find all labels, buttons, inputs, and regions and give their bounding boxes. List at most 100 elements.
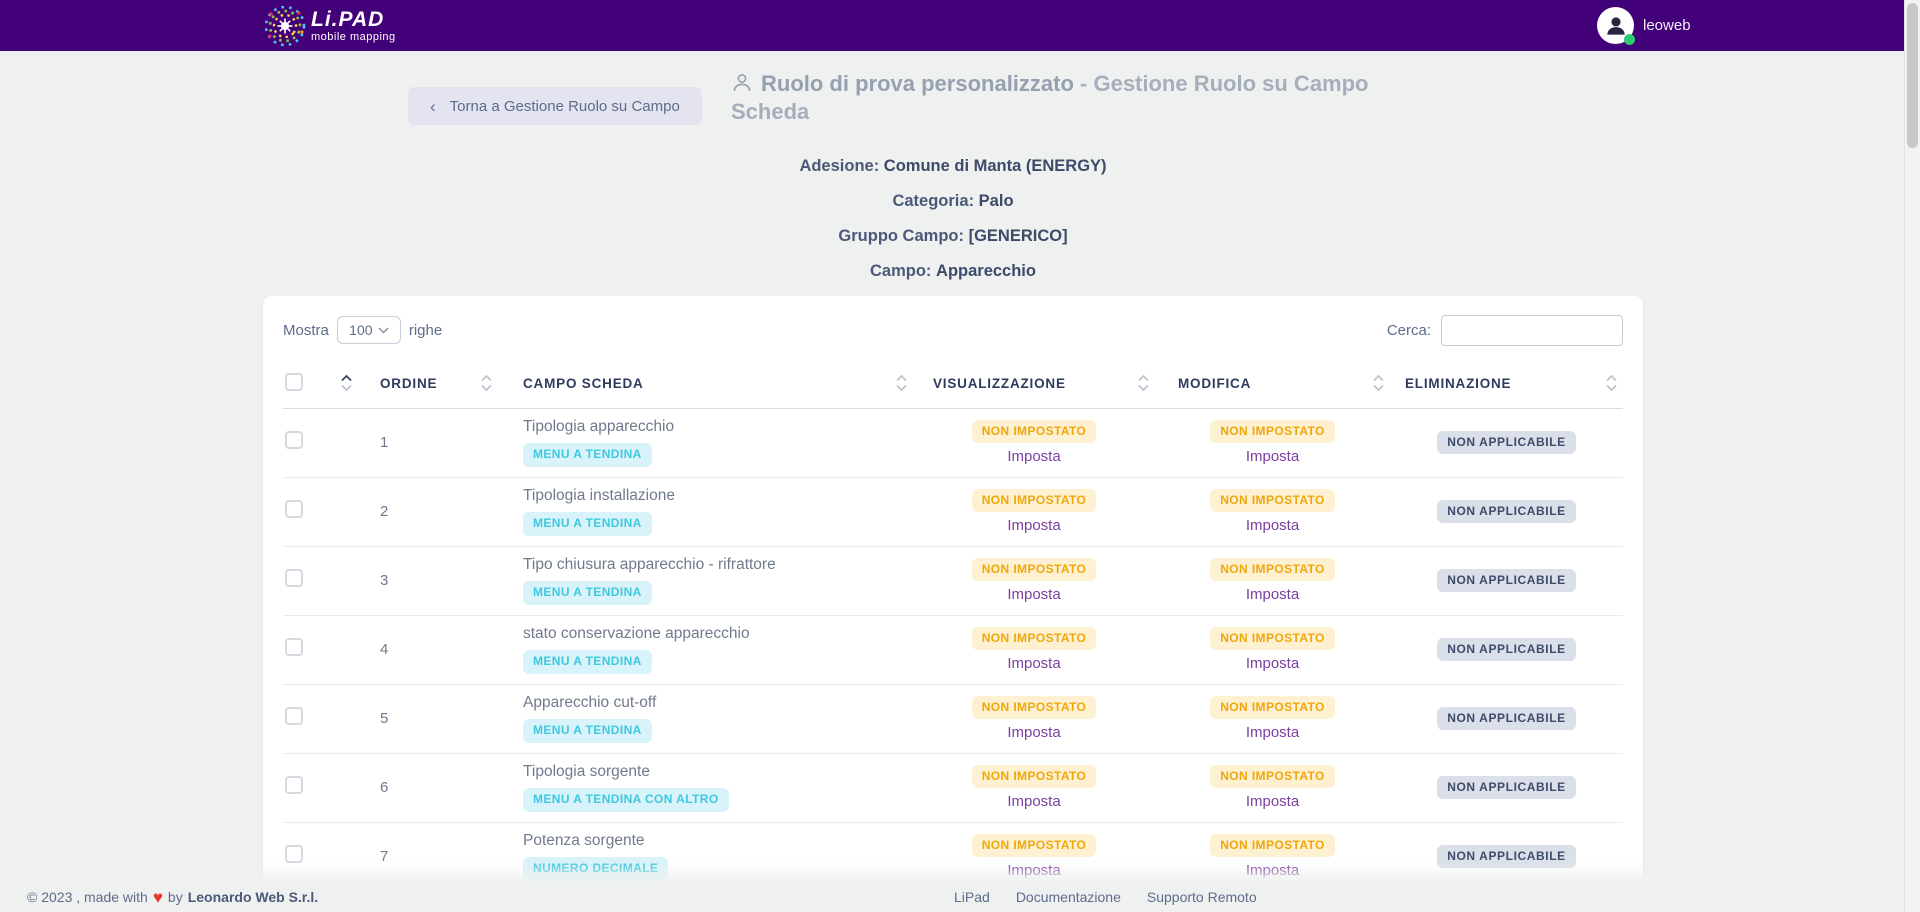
sort-arrows-icon[interactable] — [896, 375, 907, 392]
row-checkbox[interactable] — [285, 569, 303, 587]
table-row: 3 Tipo chiusura apparecchio - rifrattore… — [283, 546, 1623, 615]
logo-subtitle: mobile mapping — [311, 32, 396, 43]
copyright: © 2023 , made with ♥ by Leonardo Web S.r… — [27, 889, 318, 906]
footer-link-documentazione[interactable]: Documentazione — [1016, 889, 1121, 905]
role-person-icon — [731, 72, 753, 94]
column-header-visualizzazione[interactable]: VISUALIZZAZIONE — [913, 359, 1155, 408]
footer-link-lipad[interactable]: LiPad — [954, 889, 990, 905]
imposta-visualizzazione-link[interactable]: Imposta — [913, 655, 1155, 672]
field-type-badge: NUMERO DECIMALE — [523, 857, 668, 880]
visualizzazione-status-badge: NON IMPOSTATO — [972, 765, 1097, 788]
imposta-visualizzazione-link[interactable]: Imposta — [913, 793, 1155, 810]
sort-arrows-icon[interactable] — [1138, 375, 1149, 392]
row-checkbox[interactable] — [285, 707, 303, 725]
row-campo-name: Tipo chiusura apparecchio - rifrattore — [523, 556, 913, 574]
sort-arrows-icon[interactable] — [1606, 375, 1617, 392]
table-row: 2 Tipologia installazione MENU A TENDINA… — [283, 477, 1623, 546]
column-header-modifica[interactable]: MODIFICA — [1155, 359, 1390, 408]
imposta-visualizzazione-link[interactable]: Imposta — [913, 724, 1155, 741]
sort-arrows-icon[interactable] — [341, 375, 352, 392]
user-menu[interactable]: leoweb — [1597, 7, 1691, 44]
table-card: Mostra 100 righe Cerca: — [263, 296, 1643, 912]
imposta-modifica-link[interactable]: Imposta — [1155, 793, 1390, 810]
back-button-label: Torna a Gestione Ruolo su Campo — [450, 98, 680, 115]
app-logo[interactable]: Li.PAD mobile mapping — [263, 4, 396, 48]
modifica-status-badge: NON IMPOSTATO — [1210, 834, 1335, 857]
imposta-modifica-link[interactable]: Imposta — [1155, 724, 1390, 741]
table-row: 7 Potenza sorgente NUMERO DECIMALE NON I… — [283, 822, 1623, 891]
back-button[interactable]: ‹ Torna a Gestione Ruolo su Campo — [408, 87, 702, 125]
row-checkbox[interactable] — [285, 500, 303, 518]
modifica-status-badge: NON IMPOSTATO — [1210, 558, 1335, 581]
imposta-modifica-link[interactable]: Imposta — [1155, 517, 1390, 534]
imposta-visualizzazione-link[interactable]: Imposta — [913, 517, 1155, 534]
user-name: leoweb — [1643, 17, 1691, 34]
imposta-modifica-link[interactable]: Imposta — [1155, 448, 1390, 465]
sort-arrows-icon[interactable] — [1373, 375, 1384, 392]
field-type-badge: MENU A TENDINA — [523, 650, 652, 673]
search-label: Cerca: — [1387, 322, 1431, 339]
imposta-modifica-link[interactable]: Imposta — [1155, 655, 1390, 672]
visualizzazione-status-badge: NON IMPOSTATO — [972, 558, 1097, 581]
modifica-status-badge: NON IMPOSTATO — [1210, 696, 1335, 719]
row-ordine: 2 — [358, 477, 498, 546]
column-header-campo-scheda[interactable]: CAMPO SCHEDA — [498, 359, 913, 408]
row-checkbox[interactable] — [285, 776, 303, 794]
page-length-select[interactable]: 100 — [337, 316, 401, 344]
length-label-after: righe — [409, 322, 442, 339]
eliminazione-status-badge: NON APPLICABILE — [1437, 707, 1576, 730]
imposta-visualizzazione-link[interactable]: Imposta — [913, 862, 1155, 879]
column-header-ordine[interactable]: ORDINE — [358, 359, 498, 408]
footer: © 2023 , made with ♥ by Leonardo Web S.r… — [0, 882, 1920, 912]
row-checkbox[interactable] — [285, 845, 303, 863]
fields-table: ORDINE CAMPO SCHEDA VISUALIZZAZIONE — [283, 359, 1623, 892]
info-line-gruppo-campo: Gruppo Campo: [GENERICO] — [263, 219, 1643, 254]
visualizzazione-status-badge: NON IMPOSTATO — [972, 834, 1097, 857]
info-line-categoria: Categoria: Palo — [263, 184, 1643, 219]
imposta-visualizzazione-link[interactable]: Imposta — [913, 586, 1155, 603]
imposta-modifica-link[interactable]: Imposta — [1155, 862, 1390, 879]
scrollbar-thumb[interactable] — [1907, 3, 1918, 148]
field-type-badge: MENU A TENDINA CON ALTRO — [523, 788, 729, 811]
field-type-badge: MENU A TENDINA — [523, 581, 652, 604]
eliminazione-status-badge: NON APPLICABILE — [1437, 500, 1576, 523]
row-ordine: 5 — [358, 684, 498, 753]
company-name: Leonardo Web S.r.l. — [188, 889, 318, 905]
select-all-header[interactable] — [283, 359, 358, 408]
visualizzazione-status-badge: NON IMPOSTATO — [972, 420, 1097, 443]
chevron-left-icon: ‹ — [430, 98, 436, 115]
sort-arrows-icon[interactable] — [481, 375, 492, 392]
footer-link-supporto-remoto[interactable]: Supporto Remoto — [1147, 889, 1257, 905]
column-header-eliminazione[interactable]: ELIMINAZIONE — [1390, 359, 1623, 408]
field-type-badge: MENU A TENDINA — [523, 443, 652, 466]
imposta-modifica-link[interactable]: Imposta — [1155, 586, 1390, 603]
avatar — [1597, 7, 1634, 44]
eliminazione-status-badge: NON APPLICABILE — [1437, 776, 1576, 799]
modifica-status-badge: NON IMPOSTATO — [1210, 627, 1335, 650]
vertical-scrollbar[interactable] — [1904, 0, 1920, 912]
row-ordine: 6 — [358, 753, 498, 822]
heart-icon: ♥ — [153, 889, 163, 906]
eliminazione-status-badge: NON APPLICABILE — [1437, 845, 1576, 868]
page-title: Ruolo di prova personalizzato - Gestione… — [731, 70, 1381, 126]
select-all-checkbox[interactable] — [285, 373, 303, 391]
online-status-dot — [1624, 34, 1635, 45]
table-row: 6 Tipologia sorgente MENU A TENDINA CON … — [283, 753, 1623, 822]
row-ordine: 7 — [358, 822, 498, 891]
row-checkbox[interactable] — [285, 638, 303, 656]
row-checkbox[interactable] — [285, 431, 303, 449]
imposta-visualizzazione-link[interactable]: Imposta — [913, 448, 1155, 465]
row-campo-name: Tipologia installazione — [523, 487, 913, 505]
info-line-adesione: Adesione: Comune di Manta (ENERGY) — [263, 149, 1643, 184]
search-input[interactable] — [1441, 315, 1623, 346]
row-ordine: 4 — [358, 615, 498, 684]
table-row: 1 Tipologia apparecchio MENU A TENDINA N… — [283, 408, 1623, 477]
info-line-campo: Campo: Apparecchio — [263, 254, 1643, 289]
context-info: Adesione: Comune di Manta (ENERGY) Categ… — [263, 149, 1643, 289]
row-campo-name: Potenza sorgente — [523, 832, 913, 850]
field-type-badge: MENU A TENDINA — [523, 512, 652, 535]
row-ordine: 3 — [358, 546, 498, 615]
visualizzazione-status-badge: NON IMPOSTATO — [972, 627, 1097, 650]
row-ordine: 1 — [358, 408, 498, 477]
table-row: 5 Apparecchio cut-off MENU A TENDINA NON… — [283, 684, 1623, 753]
